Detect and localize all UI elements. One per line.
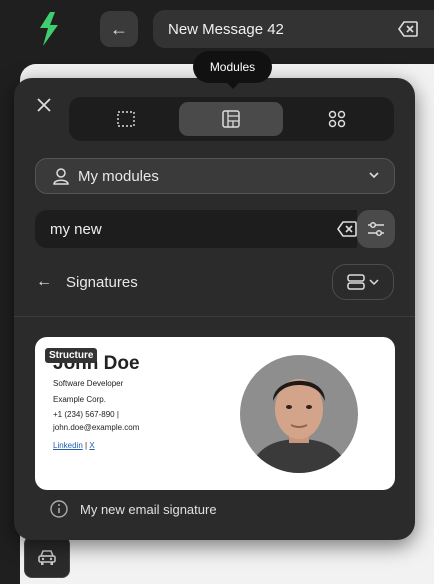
tab-modules[interactable]: [179, 102, 283, 136]
breadcrumb-title: Signatures: [66, 273, 138, 291]
signature-card[interactable]: Structure John Doe Software Developer Ex…: [35, 337, 395, 490]
info-icon[interactable]: [50, 500, 68, 518]
signature-email: john.doe@example.com: [53, 423, 140, 432]
logo-icon: [40, 12, 58, 46]
toolbar-vehicle-button[interactable]: [24, 536, 70, 578]
list-view-icon: [347, 274, 365, 290]
signature-role: Software Developer: [53, 379, 124, 388]
card-caption: My new email signature: [50, 500, 217, 518]
chevron-down-icon: [369, 172, 379, 179]
message-title: New Message 42: [168, 20, 284, 38]
apps-icon: [328, 110, 346, 128]
user-icon: [53, 168, 69, 185]
grid-dotted-icon: [117, 111, 135, 127]
link-separator: |: [85, 441, 88, 450]
signature-phone: +1 (234) 567-890 |: [53, 410, 119, 419]
back-arrow-icon[interactable]: ←: [36, 273, 54, 291]
arrow-left-icon: ←: [110, 18, 128, 39]
breadcrumb: ← Signatures: [36, 264, 138, 300]
structure-badge: Structure: [45, 348, 98, 363]
sliders-icon: [368, 221, 384, 237]
clear-icon[interactable]: [398, 21, 418, 37]
filter-button[interactable]: [357, 210, 395, 248]
dropdown-label: My modules: [78, 167, 159, 185]
chevron-down-icon: [369, 279, 379, 286]
signature-caption: My new email signature: [80, 501, 217, 517]
avatar: [240, 355, 358, 473]
tab-layout[interactable]: [74, 102, 178, 136]
modules-icon: [222, 110, 240, 128]
signature-links: Linkedin | X: [53, 441, 95, 450]
view-toggle-button[interactable]: [332, 264, 394, 300]
divider: [14, 316, 415, 317]
modules-panel: My modules my new ← Signatures Structure…: [14, 78, 415, 540]
tab-apps[interactable]: [285, 102, 389, 136]
search-input[interactable]: my new: [35, 210, 357, 248]
panel-tabs: [69, 97, 394, 141]
module-source-dropdown[interactable]: My modules: [35, 158, 395, 194]
close-icon: [37, 98, 51, 112]
back-button[interactable]: ←: [100, 11, 138, 47]
search-value: my new: [50, 220, 102, 238]
close-button[interactable]: [34, 96, 54, 116]
signature-company: Example Corp.: [53, 395, 106, 404]
modules-tooltip: Modules: [193, 51, 272, 89]
linkedin-link[interactable]: Linkedin: [53, 441, 83, 450]
clear-search-icon[interactable]: [337, 221, 357, 237]
x-link[interactable]: X: [89, 441, 94, 450]
message-title-field[interactable]: New Message 42: [153, 10, 434, 48]
car-icon: [38, 550, 56, 565]
